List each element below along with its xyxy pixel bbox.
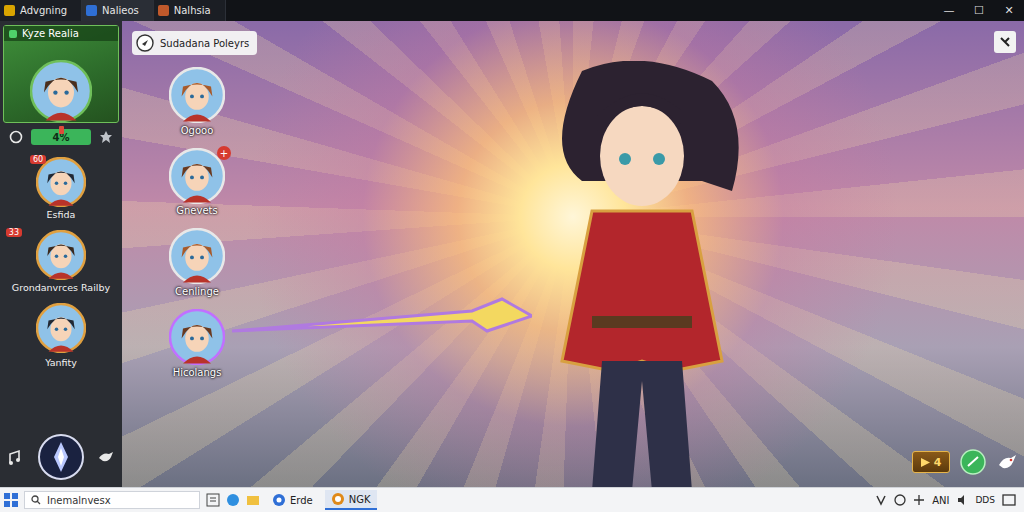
sidebar-footer	[3, 433, 119, 481]
player-name: Cenlinge	[175, 286, 219, 297]
tab-label: Nalhsia	[174, 5, 211, 16]
player-name: Gnevets	[176, 205, 217, 216]
taskbar-app[interactable]: NGK	[325, 490, 377, 510]
friend-badge: 60	[30, 155, 46, 164]
avatar-icon	[169, 67, 225, 123]
taskbar-search[interactable]: Inemalnvesx	[24, 491, 200, 509]
music-icon[interactable]	[7, 448, 25, 466]
bird-icon[interactable]	[996, 451, 1018, 473]
badge-icon[interactable]	[99, 130, 113, 144]
app-icon	[158, 5, 169, 16]
avatar-icon	[36, 230, 86, 280]
launcher-logo-icon[interactable]	[37, 433, 85, 481]
tab-label: Advgning	[20, 5, 67, 16]
profile-card[interactable]: Kyze Realia	[3, 25, 119, 123]
person-icon[interactable]	[875, 494, 887, 506]
app-icon	[331, 492, 345, 506]
app-label: Erde	[290, 495, 313, 506]
friend-name: Grondanvrces Railby	[12, 282, 110, 293]
windows-start-icon[interactable]	[4, 493, 18, 507]
window-control[interactable]: ✕	[994, 0, 1024, 21]
hero-figure	[522, 61, 762, 487]
taskbar: Inemalnvesx Erde NGK ANI DDS	[0, 487, 1024, 512]
status-icon[interactable]	[894, 494, 906, 506]
avatar-icon	[36, 157, 86, 207]
folder-icon[interactable]	[246, 493, 260, 507]
bird-icon[interactable]	[97, 448, 115, 466]
friend-name: Yanfity	[45, 357, 77, 368]
players-header[interactable]: Sudadana Poleyrs	[132, 31, 257, 55]
progress-pill: 4%	[31, 129, 91, 145]
profile-picture	[4, 41, 118, 122]
player-badge: +	[217, 146, 231, 160]
app-icon	[86, 5, 97, 16]
network-icon[interactable]	[913, 494, 925, 506]
search-text: Inemalnvesx	[47, 495, 111, 506]
tab-label: Nalieos	[102, 5, 139, 16]
avatar-icon	[169, 228, 225, 284]
player-item[interactable]: Cenlinge	[169, 228, 225, 297]
circle-icon[interactable]	[9, 130, 23, 144]
tray-label: ANI	[932, 495, 949, 506]
window-control[interactable]: —	[934, 0, 964, 21]
notification-icon[interactable]	[1002, 493, 1016, 507]
player-item[interactable]: Ogooo	[169, 67, 225, 136]
title-bar: Advgning Nalieos Nalhsia —☐✕	[0, 0, 1024, 21]
profile-row: 4%	[3, 129, 119, 145]
sword-icon	[232, 291, 532, 351]
friend-list: 60Esfida33Grondanvrces RailbyYanfity	[3, 151, 119, 427]
window-tab[interactable]: Nalieos	[82, 0, 154, 21]
artwork: Sudadana PoleyrsOgooo+GnevetsCenlingeHic…	[122, 21, 1024, 487]
player-list: Sudadana PoleyrsOgooo+GnevetsCenlingeHic…	[132, 31, 262, 378]
search-icon	[31, 495, 41, 505]
friend-item[interactable]: 60Esfida	[36, 157, 86, 220]
window-tab[interactable]: Advgning	[0, 0, 82, 21]
volume-icon[interactable]	[956, 494, 968, 506]
clock[interactable]: DDS	[975, 496, 995, 505]
sidebar: Kyze Realia4%60Esfida33Grondanvrces Rail…	[0, 21, 122, 487]
arrow-icon	[921, 458, 930, 467]
app-icon	[4, 5, 15, 16]
app-label: NGK	[349, 494, 371, 505]
edge-icon	[272, 493, 286, 507]
hud: 4	[912, 449, 1018, 475]
avatar-icon	[169, 309, 225, 365]
action-icon[interactable]	[960, 449, 986, 475]
count-label: 4	[934, 456, 942, 469]
friend-item[interactable]: 33Grondanvrces Railby	[12, 230, 110, 293]
expand-button[interactable]	[994, 31, 1016, 53]
friend-badge: 33	[6, 228, 22, 237]
player-item[interactable]: +Gnevets	[169, 148, 225, 216]
player-item[interactable]: Hicolangs	[169, 309, 225, 378]
profile-name: Kyze Realia	[22, 28, 79, 39]
progress-marker	[59, 126, 64, 134]
taskview-icon[interactable]	[206, 493, 220, 507]
system-tray: ANI DDS	[875, 493, 1020, 507]
expand-icon	[999, 36, 1011, 48]
status-icon	[8, 29, 18, 39]
window-tab[interactable]: Nalhsia	[154, 0, 226, 21]
avatar-icon	[169, 148, 225, 204]
taskbar-app[interactable]: Erde	[266, 491, 319, 509]
friend-name: Esfida	[47, 209, 76, 220]
compass-icon	[136, 34, 154, 52]
browser-icon[interactable]	[226, 493, 240, 507]
count-badge[interactable]: 4	[912, 451, 950, 473]
players-title: Sudadana Poleyrs	[160, 38, 249, 49]
player-name: Ogooo	[181, 125, 214, 136]
content: Kyze Realia4%60Esfida33Grondanvrces Rail…	[0, 21, 1024, 487]
avatar-icon	[30, 60, 92, 122]
window-control[interactable]: ☐	[964, 0, 994, 21]
avatar-icon	[36, 303, 86, 353]
friend-item[interactable]: Yanfity	[36, 303, 86, 368]
profile-header: Kyze Realia	[4, 26, 118, 41]
player-name: Hicolangs	[173, 367, 222, 378]
title-spacer	[226, 0, 934, 21]
